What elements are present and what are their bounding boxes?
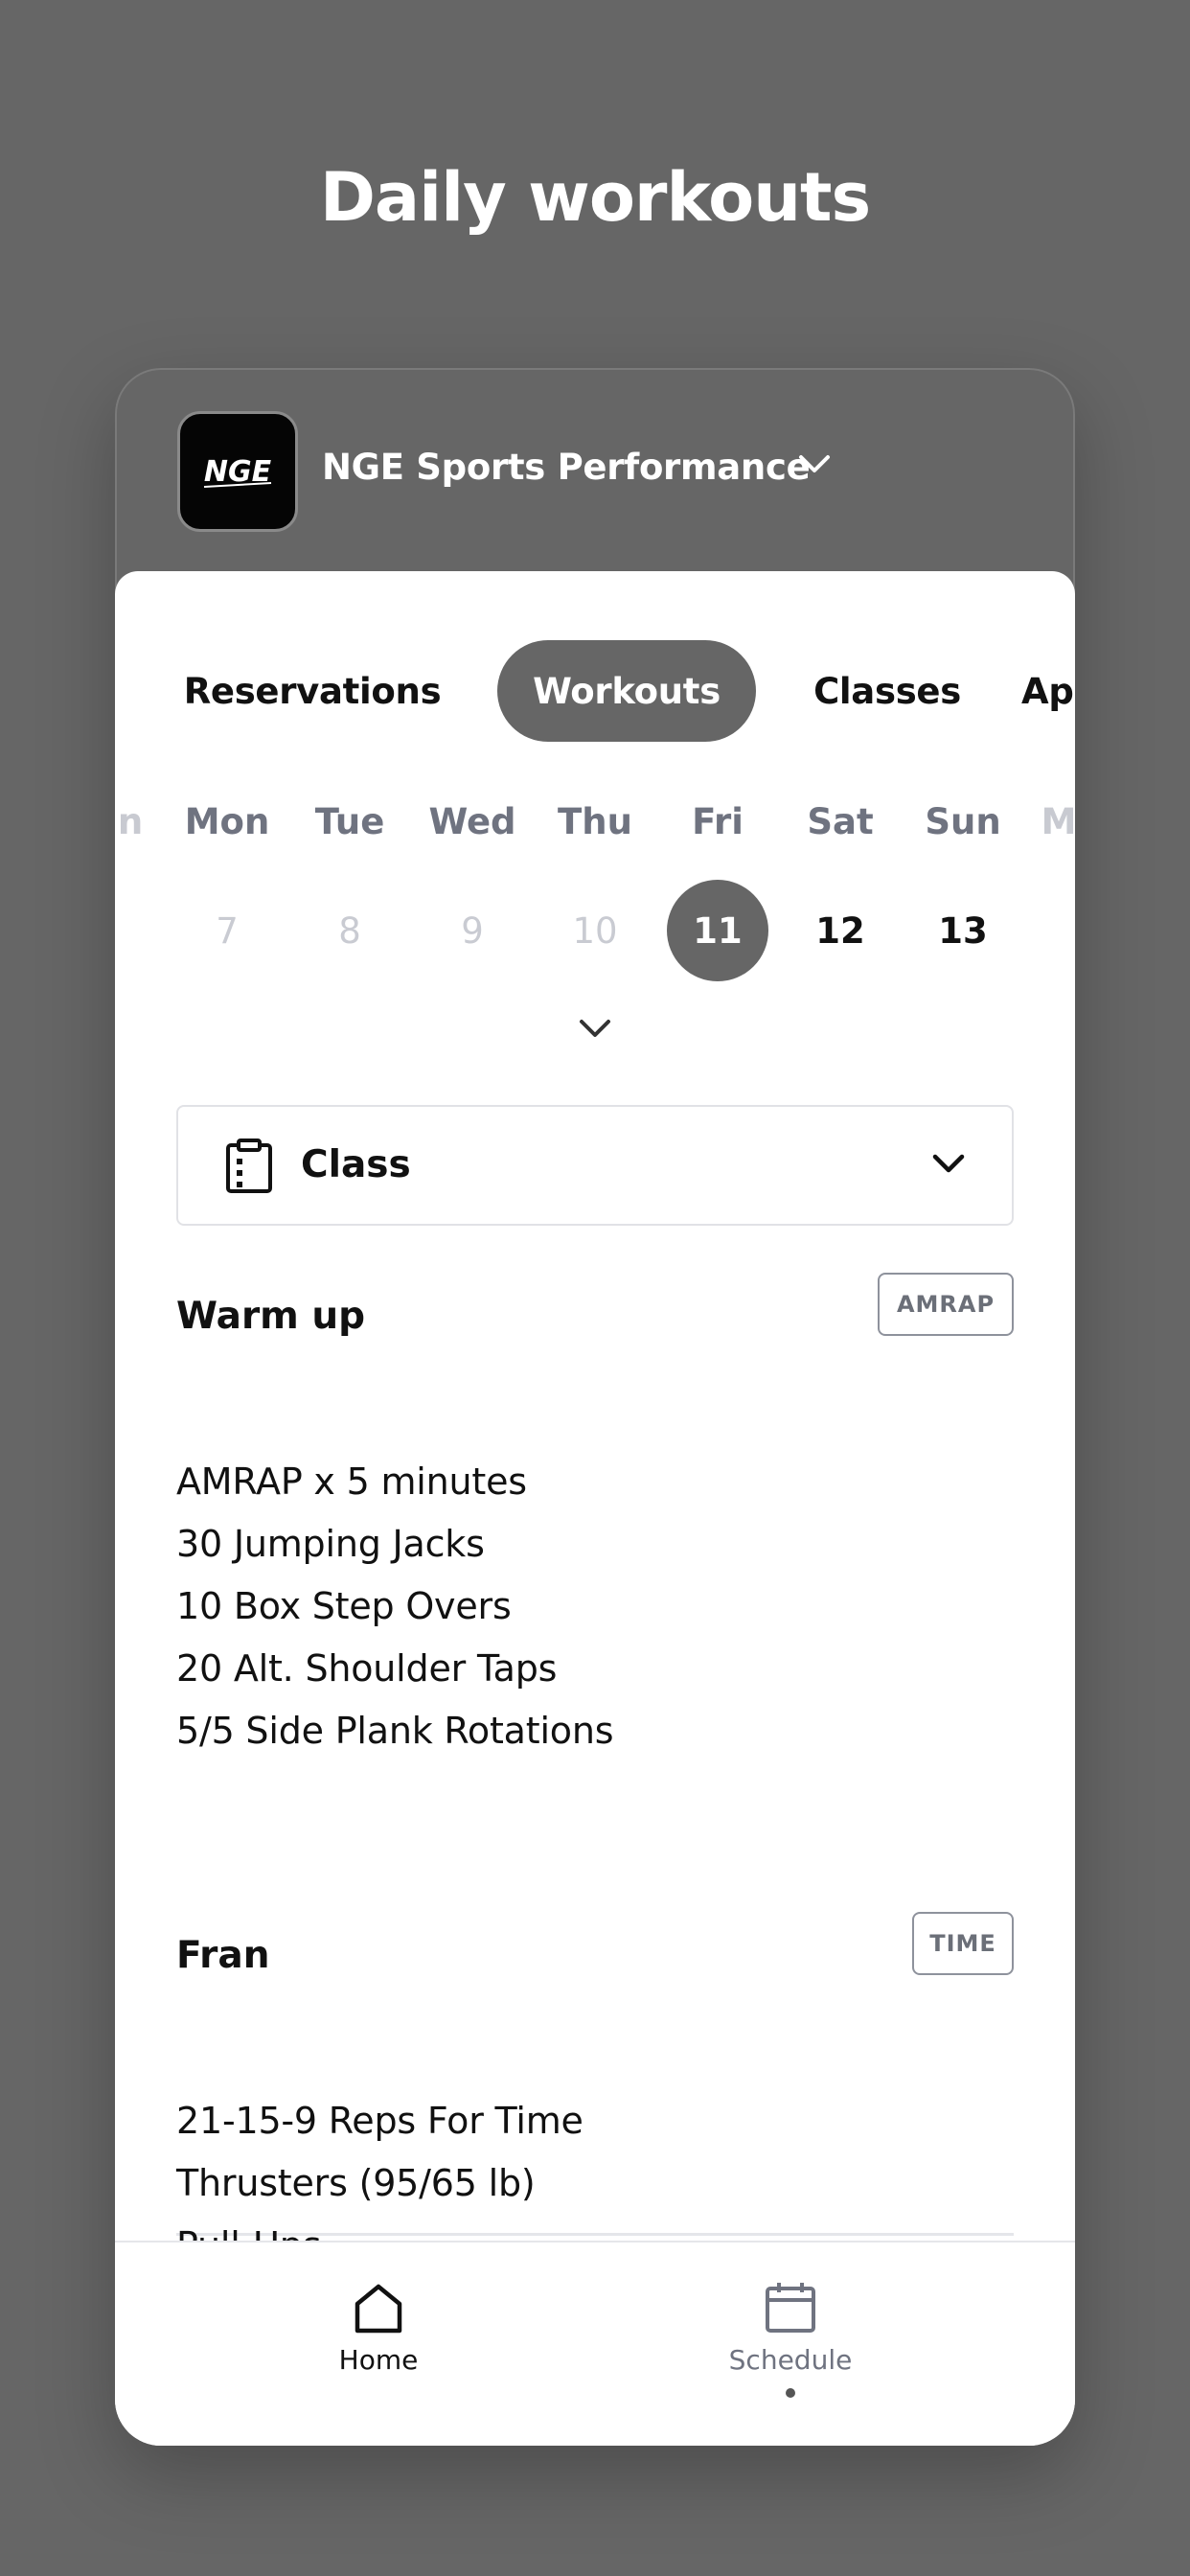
nav-schedule[interactable]: Schedule bbox=[675, 2281, 905, 2376]
nav-schedule-label: Schedule bbox=[728, 2344, 853, 2376]
date-12[interactable]: 12 bbox=[790, 880, 891, 981]
day-label-sat: Sat bbox=[807, 801, 874, 842]
gym-logo: NGE bbox=[177, 411, 298, 532]
day-label-fri: Fri bbox=[692, 801, 744, 842]
day-label-thu: Thu bbox=[558, 801, 632, 842]
nav-home-label: Home bbox=[338, 2344, 419, 2376]
tab-workouts[interactable]: Workouts bbox=[497, 640, 756, 742]
expand-calendar-chevron-icon[interactable] bbox=[576, 1016, 614, 1041]
tab-partial[interactable]: Ap bbox=[1021, 640, 1075, 742]
phone-card: NGE NGE Sports Performance Reservations … bbox=[115, 368, 1075, 2446]
content-sheet: Reservations Workouts Classes Ap n Mon T… bbox=[115, 571, 1075, 2446]
section-body: AMRAP x 5 minutes 30 Jumping Jacks 10 Bo… bbox=[176, 1451, 614, 1762]
gym-name[interactable]: NGE Sports Performance bbox=[322, 447, 811, 488]
day-label: M bbox=[1041, 801, 1075, 842]
tab-reservations[interactable]: Reservations bbox=[184, 640, 442, 742]
section-title-warm-up: Warm up bbox=[176, 1295, 366, 1338]
bottom-navigation: Home Schedule bbox=[115, 2241, 1075, 2446]
chevron-down-icon[interactable] bbox=[797, 452, 832, 475]
day-label-tue: Tue bbox=[314, 801, 385, 842]
date-11-selected[interactable]: 11 bbox=[667, 880, 768, 981]
day-label-mon: Mon bbox=[184, 801, 270, 842]
home-icon bbox=[355, 2284, 402, 2334]
date-8[interactable]: 8 bbox=[299, 880, 400, 981]
workout-line: 10 Box Step Overs bbox=[176, 1585, 512, 1627]
nav-indicator-dot bbox=[786, 2388, 795, 2398]
calendar-icon bbox=[766, 2283, 815, 2333]
section-title-fran: Fran bbox=[176, 1934, 270, 1977]
workout-line: AMRAP x 5 minutes bbox=[176, 1460, 527, 1503]
section-type-badge: AMRAP bbox=[878, 1273, 1014, 1336]
date-9[interactable]: 9 bbox=[422, 880, 523, 981]
workout-line: 20 Alt. Shoulder Taps bbox=[176, 1647, 558, 1690]
date-10[interactable]: 10 bbox=[544, 880, 646, 981]
gym-logo-mark: NGE bbox=[204, 455, 272, 489]
program-selector-label: Class bbox=[301, 1143, 411, 1186]
workout-line: 21-15-9 Reps For Time bbox=[176, 2100, 584, 2142]
workout-line: 5/5 Side Plank Rotations bbox=[176, 1710, 614, 1752]
tab-classes[interactable]: Classes bbox=[791, 640, 983, 742]
date-7[interactable]: 7 bbox=[176, 880, 278, 981]
section-type-badge: TIME bbox=[912, 1912, 1014, 1975]
workout-line: Thrusters (95/65 lb) bbox=[176, 2162, 536, 2204]
clipboard-icon bbox=[226, 1138, 272, 1193]
chevron-down-icon bbox=[932, 1154, 965, 1173]
nav-home[interactable]: Home bbox=[263, 2281, 493, 2376]
day-label-wed: Wed bbox=[428, 801, 516, 842]
page-headline: Daily workouts bbox=[319, 158, 871, 237]
program-selector[interactable]: Class bbox=[176, 1105, 1014, 1226]
date-13[interactable]: 13 bbox=[912, 880, 1014, 981]
workout-line: 30 Jumping Jacks bbox=[176, 1523, 485, 1565]
